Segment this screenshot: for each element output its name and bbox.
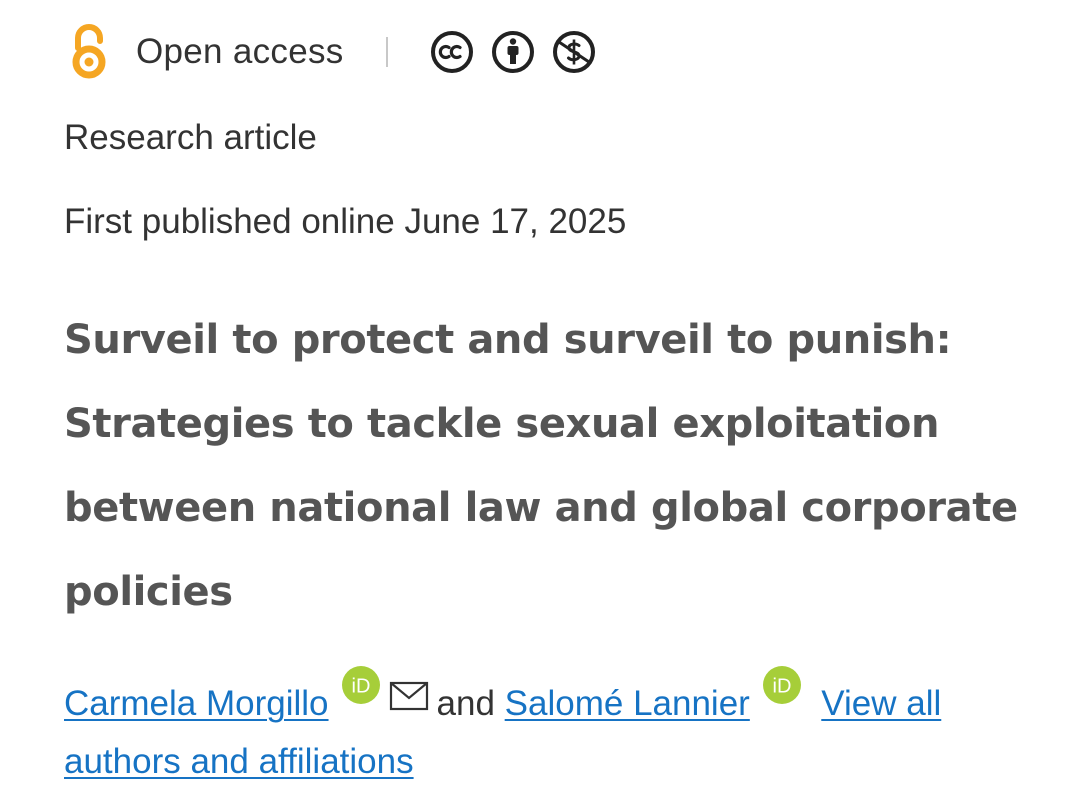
article-title: Surveil to protect and surveil to punish… [64, 317, 1018, 615]
attribution-icon[interactable] [491, 30, 535, 74]
email-icon[interactable] [389, 681, 429, 711]
author-link-lannier[interactable]: Salomé Lannier [505, 684, 750, 723]
author-link-morgillo[interactable]: Carmela Morgillo [64, 684, 329, 723]
open-access-icon [72, 24, 106, 79]
publication-date: First published online June 17, 2025 [64, 202, 627, 241]
open-access-label: Open access [136, 32, 344, 71]
svg-text:iD: iD [772, 676, 791, 698]
article-type: Research article [64, 118, 317, 157]
cc-icon[interactable] [430, 30, 474, 74]
divider [385, 37, 388, 67]
orcid-icon[interactable]: iD [341, 665, 381, 705]
noncommercial-icon[interactable] [552, 30, 596, 74]
svg-text:iD: iD [351, 676, 370, 698]
access-bar: Open access [64, 22, 613, 82]
author-list: Carmela Morgillo iD and Salomé Lannier i… [64, 665, 1064, 791]
orcid-icon[interactable]: iD [762, 665, 802, 705]
author-connector: and [436, 684, 495, 723]
